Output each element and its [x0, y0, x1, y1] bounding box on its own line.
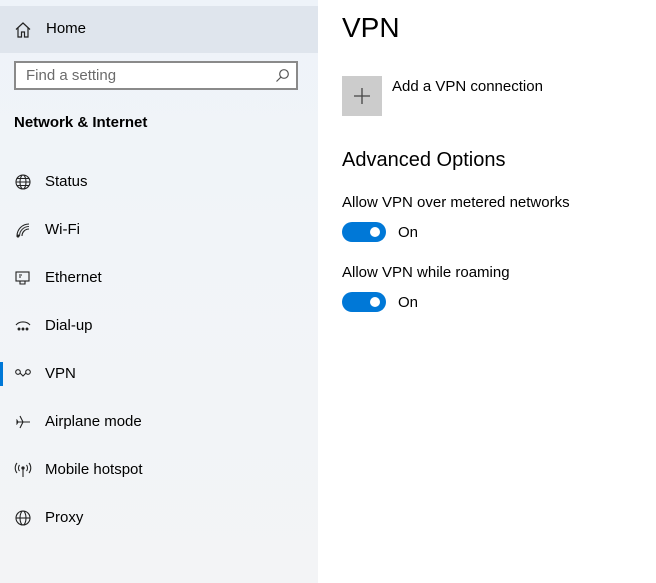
sidebar-item-label: Wi-Fi	[45, 221, 80, 238]
search-icon[interactable]	[275, 68, 290, 83]
sidebar-nav: Status Wi-Fi Ethernet Dial-up VPN Airpla…	[0, 158, 318, 542]
sidebar-item-label: Airplane mode	[45, 413, 142, 430]
home-nav-item[interactable]: Home	[0, 6, 318, 53]
toggle-knob	[370, 227, 380, 237]
page-title: VPN	[342, 12, 400, 43]
search-box	[14, 61, 298, 90]
sidebar-item-dial-up[interactable]: Dial-up	[0, 302, 318, 350]
roaming-toggle[interactable]	[342, 292, 386, 312]
globe-status-icon	[14, 173, 32, 191]
add-vpn-label[interactable]: Add a VPN connection	[392, 78, 543, 95]
home-label: Home	[46, 20, 87, 37]
plus-icon	[354, 88, 370, 104]
sidebar-item-mobile-hotspot[interactable]: Mobile hotspot	[0, 446, 318, 494]
vpn-icon	[14, 365, 32, 383]
sidebar-item-label: Mobile hotspot	[45, 461, 143, 478]
sidebar-item-status[interactable]: Status	[0, 158, 318, 206]
metered-networks-label: Allow VPN over metered networks	[342, 194, 570, 211]
sidebar-item-vpn[interactable]: VPN	[0, 350, 318, 398]
sidebar-item-label: Ethernet	[45, 269, 102, 286]
globe-icon	[14, 509, 32, 527]
sidebar-item-ethernet[interactable]: Ethernet	[0, 254, 318, 302]
dial-up-icon	[14, 317, 32, 335]
sidebar-item-label: Status	[45, 173, 88, 190]
metered-networks-state: On	[398, 224, 419, 241]
add-vpn-button[interactable]: Add a VPN connection	[342, 76, 543, 116]
ethernet-icon	[14, 269, 32, 287]
toggle-knob	[370, 297, 380, 307]
search-input[interactable]	[16, 63, 276, 88]
sidebar-item-label: VPN	[45, 365, 76, 382]
sidebar-item-label: Dial-up	[45, 317, 93, 334]
active-indicator	[0, 362, 3, 386]
airplane-icon	[14, 413, 32, 431]
settings-window: Home Network & Internet	[0, 0, 656, 583]
roaming-label: Allow VPN while roaming	[342, 264, 510, 281]
sidebar-item-proxy[interactable]: Proxy	[0, 494, 318, 542]
sidebar-item-label: Proxy	[45, 509, 84, 526]
roaming-state: On	[398, 294, 419, 311]
home-icon	[14, 21, 32, 39]
hotspot-icon	[14, 461, 32, 479]
wifi-icon	[14, 221, 32, 239]
advanced-options-heading: Advanced Options	[342, 149, 506, 171]
sidebar: Home Network & Internet	[0, 0, 318, 583]
sidebar-item-wifi[interactable]: Wi-Fi	[0, 206, 318, 254]
metered-networks-toggle[interactable]	[342, 222, 386, 242]
add-tile[interactable]	[342, 76, 382, 116]
sidebar-item-airplane-mode[interactable]: Airplane mode	[0, 398, 318, 446]
section-title: Network & Internet	[14, 114, 148, 131]
main-content: VPN Add a VPN connection Advanced Option…	[318, 0, 656, 583]
